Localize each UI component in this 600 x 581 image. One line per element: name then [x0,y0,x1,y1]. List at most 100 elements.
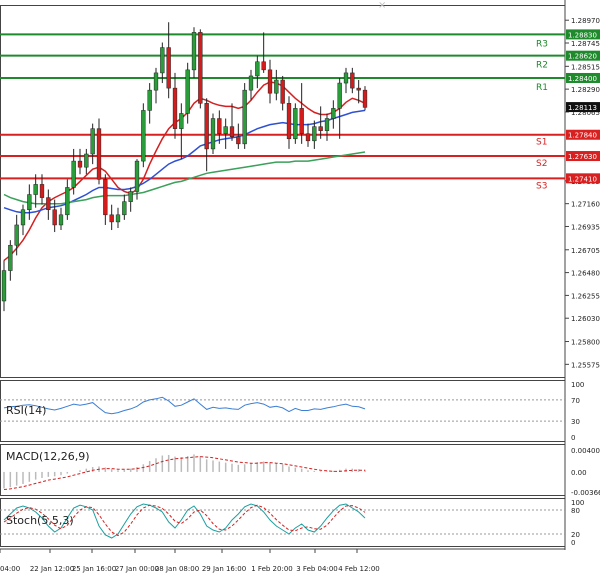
price-tick-label: 1.26935 [571,223,600,231]
candle-body [362,89,368,108]
candle-body [77,160,83,168]
panel-close-icon: × [378,0,386,11]
candle-body [356,87,361,91]
candle-body [312,126,317,142]
rsi-tick-label: 70 [571,397,580,405]
price-tick-label: 1.26030 [571,315,600,323]
candle-body [27,194,32,211]
candle-body [229,126,235,138]
price-tick-label: 1.26255 [571,292,600,300]
level-price-label: 1.27630 [568,153,597,161]
time-tick-label: 22 Jan 12:00 [30,565,74,573]
level-price-label: 1.28620 [568,53,597,61]
candle-body [128,191,133,202]
candle-body [122,201,127,216]
candle-body [331,108,336,119]
rsi-tick-label: 0 [571,434,575,442]
candle-body [242,89,247,145]
candle-body [337,82,342,109]
price-tick-label: 1.28515 [571,63,600,71]
candle-body [141,110,146,162]
level-label-s1: S1 [536,138,547,148]
candle-body [90,128,95,155]
price-tick-label: 1.28745 [571,40,600,48]
stoch-panel [0,498,566,547]
candle-body [343,72,349,84]
candle-body [103,179,108,216]
candle-body [172,87,178,129]
candle-body [274,79,279,94]
time-tick-label: 3 Feb 04:00 [296,565,337,573]
candle-body [46,197,51,211]
stoch-title: Stoch(5,5,3) [6,514,74,527]
candle-body [280,79,285,104]
candle-body [293,108,298,140]
stoch-tick-label: 100 [571,499,584,507]
time-tick-label: 04:00 [0,565,20,573]
candle-body [39,184,45,198]
chart-window: × R3 R2 R1 S1 S2 S3 RSI(14) MACD(12,26,9) Stoch… [0,0,600,581]
candle-body [255,61,260,77]
level-label-r3: R3 [536,39,548,49]
time-tick-label: 1 Feb 20:00 [251,565,292,573]
candle-body [58,214,64,226]
time-tick-label: 29 Jan 16:00 [202,565,246,573]
price-tick-label: 1.27160 [571,201,600,209]
candle-body [267,69,273,94]
candle-body [248,75,254,91]
candle-body [305,133,311,142]
candle-body [261,61,266,71]
macd-tick-label: 0.004004 [571,447,600,455]
candle-body [14,224,19,246]
candle-body [198,32,203,104]
candle-body [52,209,57,226]
candle-body [65,187,70,216]
rsi-tick-label: 100 [571,381,584,389]
candle-body [71,160,76,188]
time-tick-label: 4 Feb 12:00 [338,565,379,573]
candle-body [20,209,26,226]
candle-body [153,72,159,91]
candle-body [210,118,216,150]
macd-title: MACD(12,26,9) [6,450,90,463]
candle-body [166,47,171,89]
time-tick-label: 28 Jan 08:00 [155,565,199,573]
candle-body [84,153,89,168]
current-price-label: 1.28113 [568,104,597,112]
candle-body [179,113,184,129]
candle-body [185,69,190,114]
level-price-label: 1.27840 [568,132,597,140]
candle-body [299,108,304,134]
candle-body [217,118,222,134]
candle-body [96,128,102,180]
candle-body [147,89,152,111]
price-tick-label: 1.28970 [571,17,600,25]
rsi-tick-label: 30 [571,418,580,426]
candle-body [324,118,330,131]
stoch-tick-label: 0 [571,539,575,547]
level-label-s2: S2 [536,159,547,169]
candle-body [223,126,228,134]
level-price-label: 1.28830 [568,31,597,39]
level-label-r2: R2 [536,61,548,71]
stoch-tick-label: 20 [571,531,580,539]
price-tick-label: 1.25800 [571,339,600,347]
candle-body [8,244,13,271]
candle-body [350,72,355,89]
macd-tick-label: 0.00 [571,469,587,477]
candle-body [204,103,209,150]
candle-body [134,160,140,192]
candle-body [115,214,121,223]
price-tick-label: 1.26480 [571,270,600,278]
rsi-panel [0,380,566,442]
chart-svg: × R3 R2 R1 S1 S2 S3 RSI(14) MACD(12,26,9) Stoch… [0,0,600,573]
candle-body [109,214,114,223]
candle-body [1,270,7,302]
time-tick-label: 25 Jan 16:00 [72,565,116,573]
macd-tick-label: -0.003664 [571,489,600,497]
stoch-tick-label: 80 [571,507,580,515]
candle-body [236,136,241,145]
level-price-label: 1.28400 [568,75,597,83]
candle-body [191,32,197,71]
candle-body [286,103,292,140]
